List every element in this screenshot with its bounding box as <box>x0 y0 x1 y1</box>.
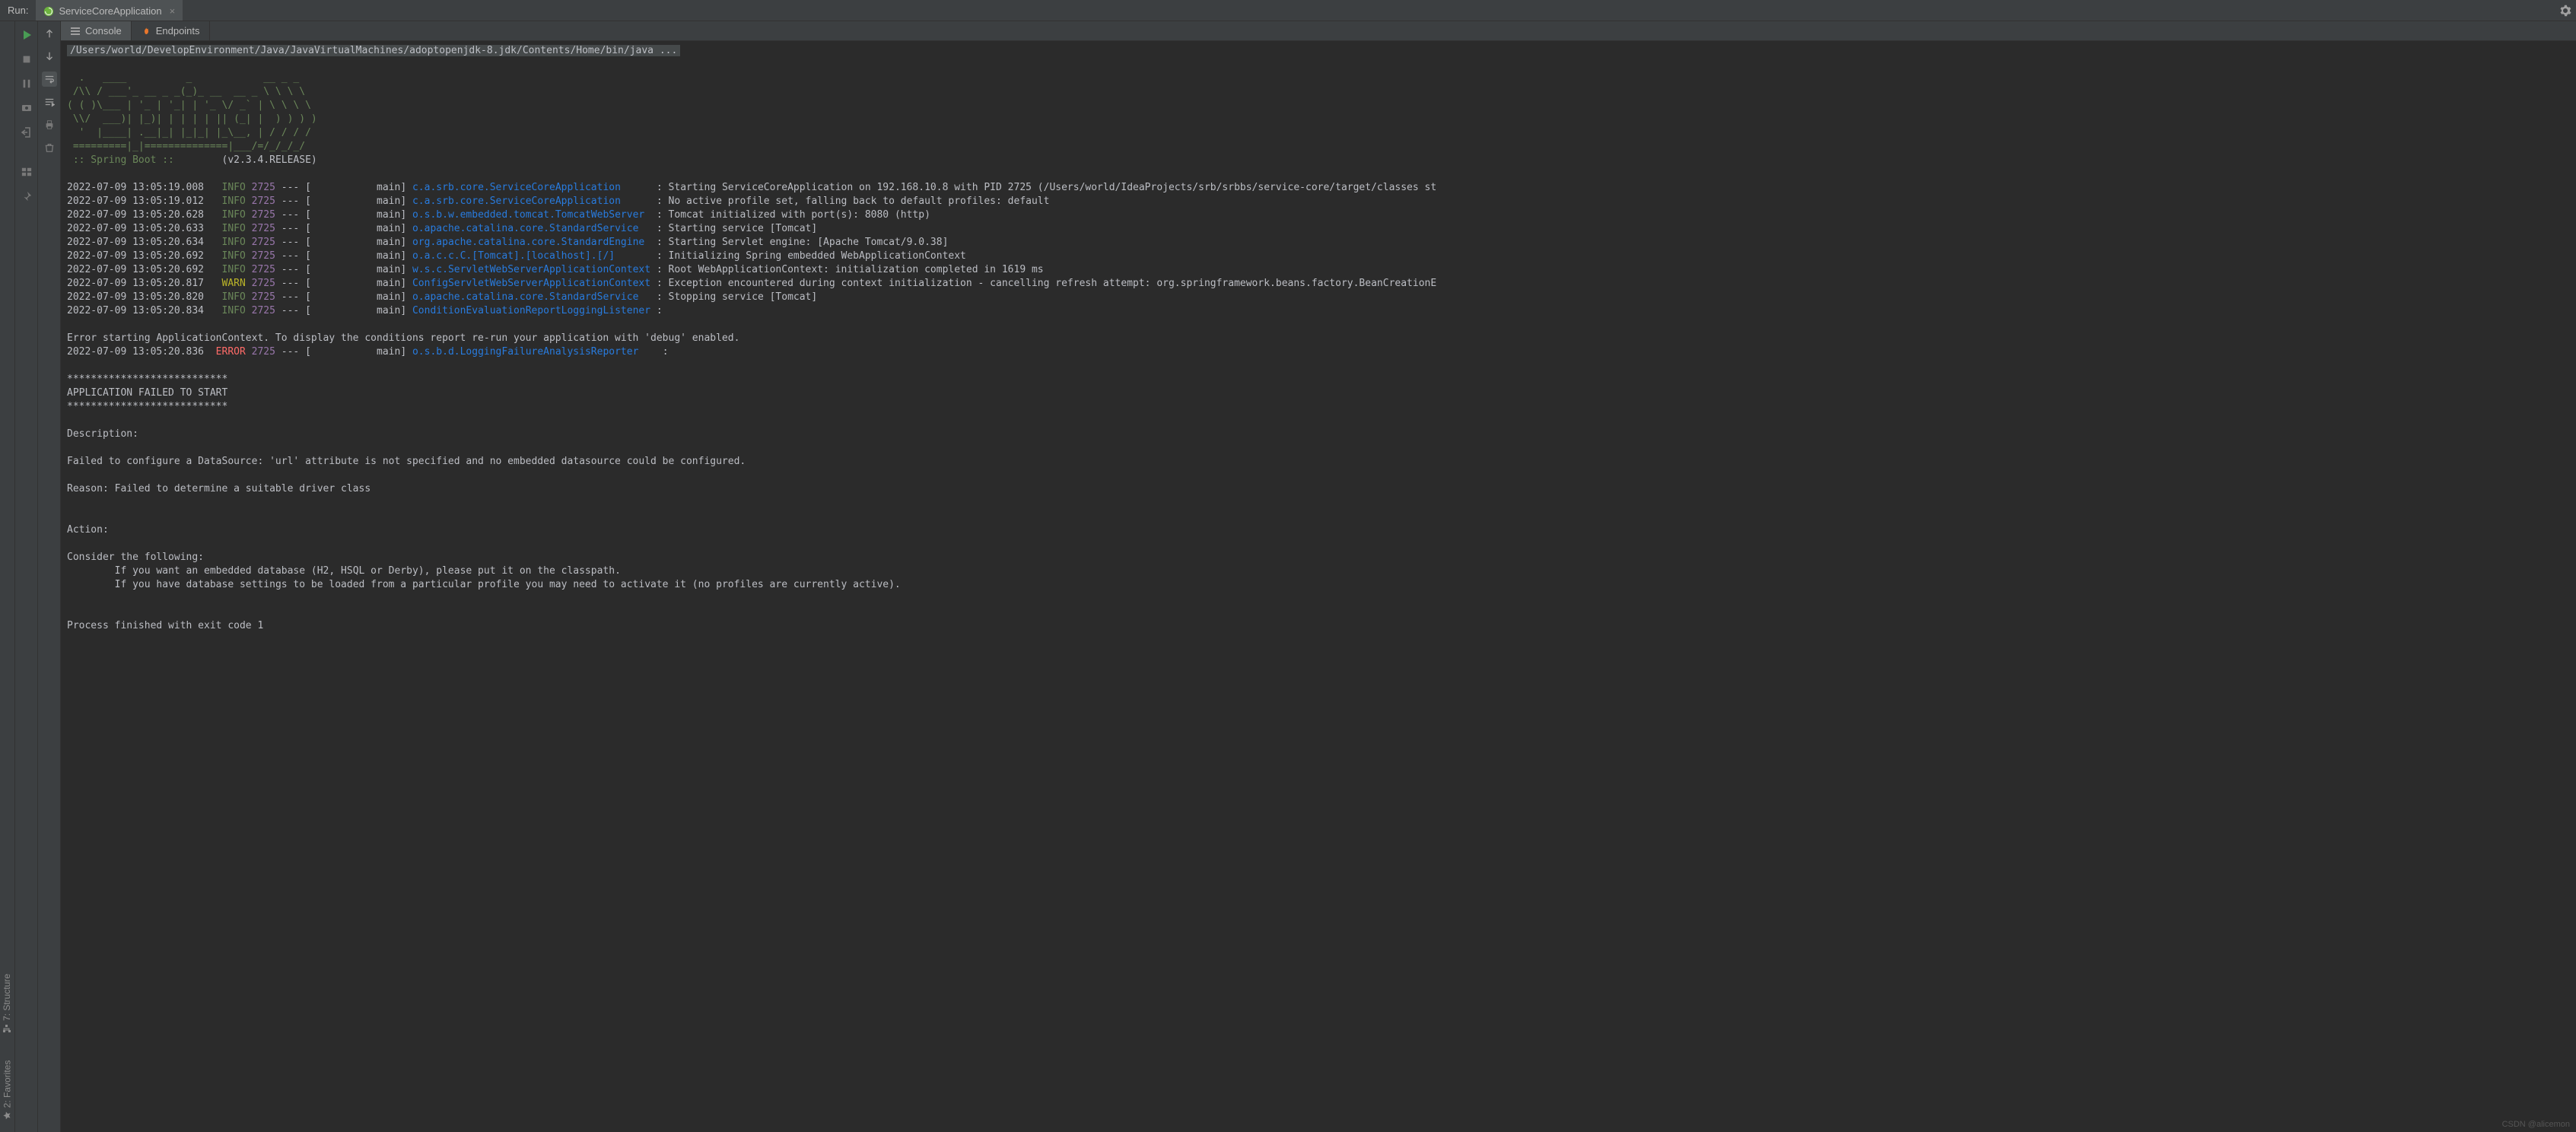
run-config-title: ServiceCoreApplication <box>59 5 161 17</box>
run-bar: Run: ServiceCoreApplication × <box>0 0 2576 21</box>
dump-threads-button[interactable] <box>19 100 34 116</box>
console-tabbar: Console Endpoints <box>61 21 2576 41</box>
scroll-up-button[interactable] <box>42 26 57 41</box>
structure-label: 7: Structure <box>2 974 13 1021</box>
run-settings-button[interactable] <box>2555 0 2576 21</box>
print-button[interactable] <box>42 117 57 132</box>
rerun-button[interactable] <box>19 27 34 43</box>
soft-wrap-button[interactable] <box>42 72 57 87</box>
scroll-down-button[interactable] <box>42 49 57 64</box>
run-label: Run: <box>8 5 28 16</box>
tab-endpoints[interactable]: Endpoints <box>132 21 210 40</box>
tab-console[interactable]: Console <box>61 21 132 40</box>
pin-button[interactable] <box>19 189 34 204</box>
favorites-tool-button[interactable]: 2: Favorites <box>2 1060 13 1121</box>
tab-endpoints-label: Endpoints <box>156 25 200 37</box>
layout-button[interactable] <box>19 164 34 180</box>
structure-tool-button[interactable]: 7: Structure <box>2 974 13 1033</box>
tab-console-label: Console <box>85 25 122 37</box>
flame-icon <box>141 26 151 37</box>
watermark-text: CSDN @alicemon <box>2502 1120 2570 1129</box>
command-line: /Users/world/DevelopEnvironment/Java/Jav… <box>67 45 680 56</box>
console-panel: Console Endpoints /Users/world/DevelopEn… <box>61 21 2576 1132</box>
favorites-label: 2: Favorites <box>2 1060 13 1108</box>
console-list-icon <box>70 26 81 37</box>
run-config-tab[interactable]: ServiceCoreApplication × <box>36 0 183 21</box>
spring-run-icon <box>43 6 54 17</box>
left-tool-strip: 7: Structure 2: Favorites <box>0 21 15 1132</box>
console-gutter <box>38 21 61 1132</box>
exit-button[interactable] <box>19 125 34 140</box>
close-icon[interactable]: × <box>170 5 176 17</box>
console-output[interactable]: /Users/world/DevelopEnvironment/Java/Jav… <box>61 41 2576 1132</box>
clear-all-button[interactable] <box>42 140 57 155</box>
pause-button[interactable] <box>19 76 34 91</box>
run-toolbar <box>15 21 38 1132</box>
scroll-to-end-button[interactable] <box>42 94 57 110</box>
stop-button[interactable] <box>19 52 34 67</box>
